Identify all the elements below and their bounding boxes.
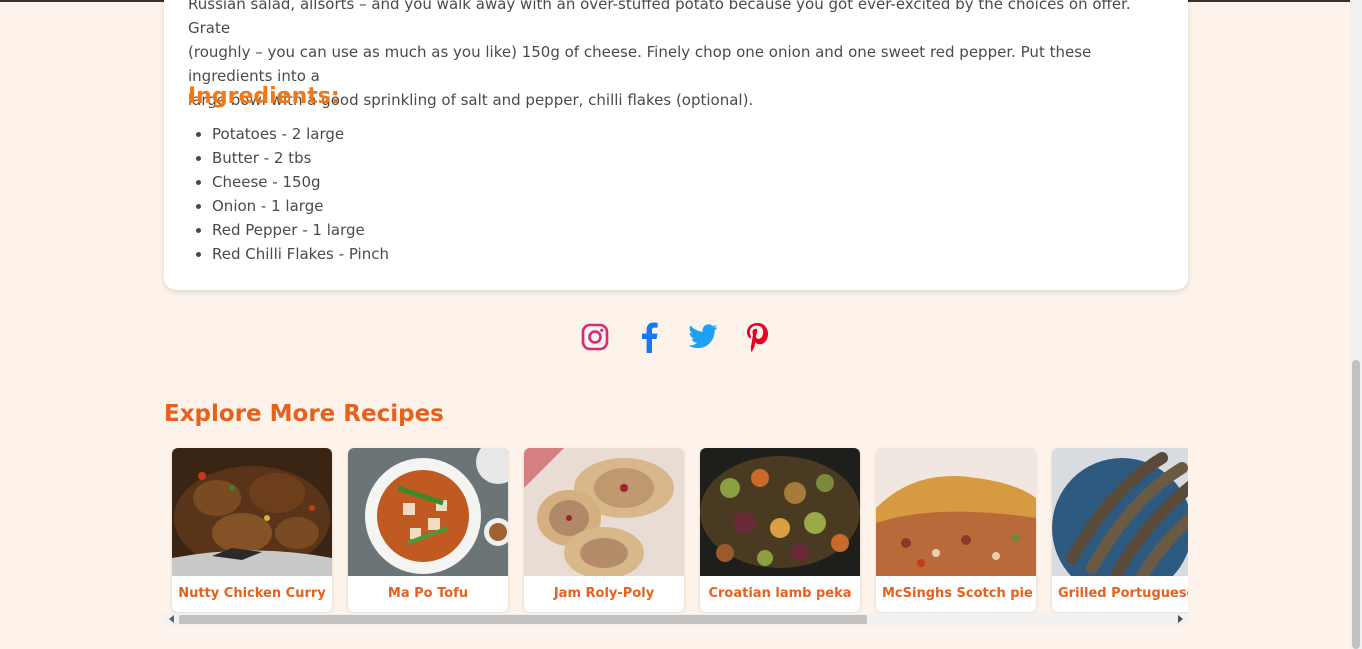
recipe-card-jam-roly-poly[interactable]: Jam Roly-Poly [524,448,684,612]
scrollbar-thumb[interactable] [179,615,867,624]
recipe-name: Nutty Chicken Curry [178,586,326,601]
recipe-card-ma-po-tofu[interactable]: Ma Po Tofu [348,448,508,612]
recipe-name: McSinghs Scotch pie [882,586,1033,601]
social-links [580,320,772,354]
ingredients-heading: Ingredients: [188,84,340,109]
page-scrollbar-thumb[interactable] [1352,360,1360,649]
ingredient-item: Potatoes - 2 large [212,122,389,146]
recipe-card-croatian-lamb-peka[interactable]: Croatian lamb peka [700,448,860,612]
carousel-track: Nutty Chicken Curry Ma Po Tofu Jam Roly-… [172,448,1188,612]
recipe-card-grilled-portuguese-sardines[interactable]: Grilled Portuguese sardines [1052,448,1188,612]
recipe-thumbnail [700,448,860,576]
instruction-line: (roughly – you can use as much as you li… [188,43,1092,85]
recipe-card-mcsinghs-scotch-pie[interactable]: McSinghs Scotch pie [876,448,1036,612]
recipe-thumbnail [1052,448,1188,576]
recipe-card-nutty-chicken-curry[interactable]: Nutty Chicken Curry [172,448,332,612]
instruction-line: Russian salad, allsorts – and you walk a… [188,0,1131,37]
recipe-name: Jam Roly-Poly [553,586,655,601]
recipe-thumbnail [348,448,508,576]
recipe-thumbnail [524,448,684,576]
carousel-scrollbar[interactable] [164,613,1188,626]
scroll-left-arrow-icon[interactable] [169,615,174,623]
recipe-thumbnail [172,448,332,576]
ingredient-item: Red Pepper - 1 large [212,218,389,242]
ingredient-item: Cheese - 150g [212,170,389,194]
twitter-icon[interactable] [688,320,718,354]
ingredient-item: Butter - 2 tbs [212,146,389,170]
recipe-name: Ma Po Tofu [387,586,469,601]
recipe-name: Croatian lamb peka [708,586,852,601]
ingredient-item: Onion - 1 large [212,194,389,218]
recipe-thumbnail [876,448,1036,576]
recipe-carousel[interactable]: Nutty Chicken Curry Ma Po Tofu Jam Roly-… [164,440,1188,626]
facebook-icon[interactable] [634,320,664,354]
page-scrollbar[interactable] [1350,0,1362,649]
pinterest-icon[interactable] [742,320,772,354]
ingredients-list: Potatoes - 2 large Butter - 2 tbs Cheese… [212,122,389,266]
instagram-icon[interactable] [580,320,610,354]
scroll-right-arrow-icon[interactable] [1178,615,1183,623]
ingredient-item: Red Chilli Flakes - Pinch [212,242,389,266]
recipe-name: Grilled Portuguese sardines [1058,586,1188,601]
explore-more-heading: Explore More Recipes [164,401,444,427]
